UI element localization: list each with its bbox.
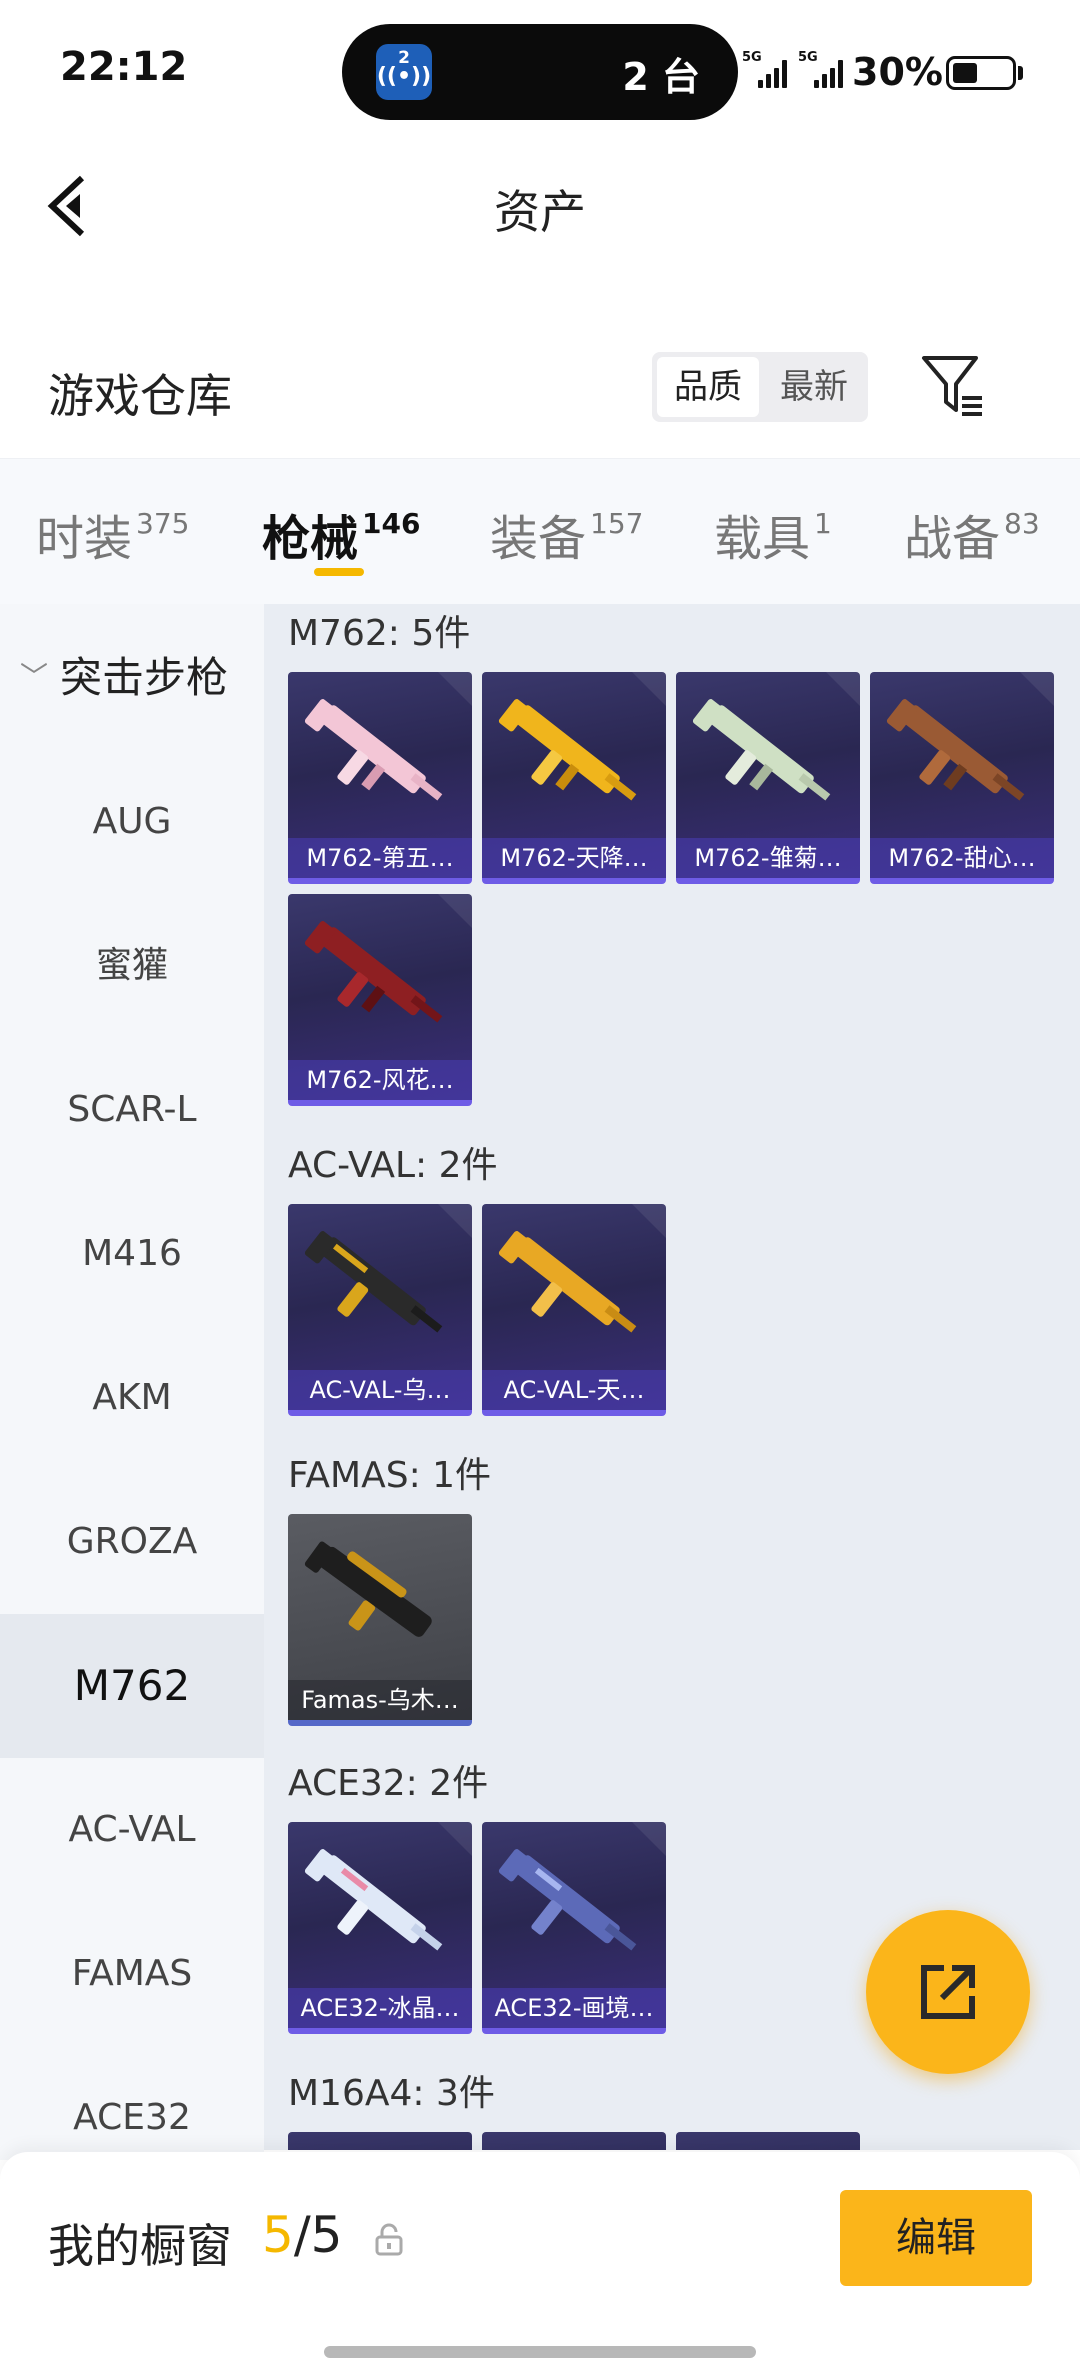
sort-toggle: 品质 最新 bbox=[652, 352, 868, 422]
weapon-card[interactable]: Famas-乌木… bbox=[288, 1514, 472, 1726]
rifle-image bbox=[498, 699, 637, 801]
group-title-famas: FAMAS: 1件 bbox=[288, 1455, 492, 1496]
tab-firearms[interactable]: 枪械 146 bbox=[262, 499, 420, 569]
weapon-card[interactable]: ACE32-画境… bbox=[482, 1822, 666, 2034]
group-title-ac-val: AC-VAL: 2件 bbox=[288, 1145, 498, 1186]
dynamic-island[interactable]: 2 ((•)) 2 台 bbox=[342, 24, 738, 120]
rifle-image bbox=[498, 1849, 637, 1951]
weapon-card[interactable]: M762-风花… bbox=[288, 894, 472, 1106]
weapon-card-label: AC-VAL-乌… bbox=[288, 1370, 472, 1410]
sidebar-item-aug[interactable]: AUG bbox=[0, 750, 264, 894]
weapon-card-label: M762-甜心… bbox=[870, 838, 1054, 878]
sidebar-item-groza[interactable]: GROZA bbox=[0, 1470, 264, 1614]
lock-icon[interactable] bbox=[374, 2222, 404, 2256]
active-tab-indicator bbox=[314, 568, 364, 576]
share-button[interactable] bbox=[866, 1910, 1030, 2074]
rifle-image bbox=[692, 699, 831, 801]
bottom-bar: 我的橱窗 5/5 编辑 bbox=[0, 2152, 1080, 2376]
tab-equipment[interactable]: 装备 157 bbox=[490, 499, 643, 569]
filter-icon[interactable] bbox=[918, 352, 988, 422]
weapon-card[interactable] bbox=[676, 2132, 860, 2150]
signal-icon: 5G bbox=[742, 50, 787, 88]
weapon-card-label: M762-雏菊… bbox=[676, 838, 860, 878]
category-tabs: 时装 375 枪械 146 装备 157 载具 1 战备 83 bbox=[0, 458, 1080, 604]
sidebar-item-m416[interactable]: M416 bbox=[0, 1182, 264, 1326]
status-bar: 22:12 2 ((•)) 2 台 5G 5G 30% bbox=[0, 0, 1080, 130]
rifle-image bbox=[304, 1231, 443, 1333]
sort-latest-button[interactable]: 最新 bbox=[764, 357, 864, 417]
rifle-image bbox=[304, 699, 443, 801]
showcase-count: 5/5 bbox=[262, 2206, 343, 2264]
sort-quality-button[interactable]: 品质 bbox=[657, 357, 759, 417]
weapon-card[interactable]: M762-第五… bbox=[288, 672, 472, 884]
signal-icon-2: 5G bbox=[798, 50, 846, 88]
weapon-card[interactable] bbox=[288, 2132, 472, 2150]
rifle-image bbox=[498, 1231, 637, 1333]
weapon-card[interactable] bbox=[482, 2132, 666, 2150]
weapon-card-label: M762-风花… bbox=[288, 1060, 472, 1100]
group-title-m16a4: M16A4: 3件 bbox=[288, 2073, 495, 2114]
sidebar-item-honey-badger[interactable]: 蜜獾 bbox=[0, 894, 264, 1038]
sidebar-item-m762[interactable]: M762 bbox=[0, 1614, 264, 1758]
rifle-image bbox=[304, 921, 443, 1023]
group-title-m762: M762: 5件 bbox=[288, 613, 471, 654]
sidebar-item-ac-val[interactable]: AC-VAL bbox=[0, 1758, 264, 1902]
weapon-card-label: Famas-乌木… bbox=[288, 1680, 472, 1720]
home-indicator[interactable] bbox=[324, 2346, 756, 2358]
sidebar-heading[interactable]: ﹀ 突击步枪 bbox=[20, 644, 228, 705]
tab-supplies[interactable]: 战备 83 bbox=[904, 499, 1040, 569]
rifle-image bbox=[886, 699, 1025, 801]
showcase-label: 我的橱窗 bbox=[48, 2219, 232, 2273]
weapon-card-label: AC-VAL-天… bbox=[482, 1370, 666, 1410]
weapon-card[interactable]: AC-VAL-天… bbox=[482, 1204, 666, 1416]
sidebar-item-famas[interactable]: FAMAS bbox=[0, 1902, 264, 2046]
chevron-down-icon: ﹀ bbox=[20, 660, 49, 693]
weapon-card-label: ACE32-冰晶… bbox=[288, 1988, 472, 2028]
edit-button[interactable]: 编辑 bbox=[840, 2190, 1032, 2286]
page-title: 资产 bbox=[494, 185, 586, 239]
weapon-card-label: M762-第五… bbox=[288, 838, 472, 878]
battery-icon bbox=[946, 56, 1016, 90]
weapon-card[interactable]: ACE32-冰晶… bbox=[288, 1822, 472, 2034]
sidebar-item-ace32[interactable]: ACE32 bbox=[0, 2046, 264, 2160]
island-device-count: 2 台 bbox=[622, 55, 700, 99]
weapon-card[interactable]: M762-甜心… bbox=[870, 672, 1054, 884]
weapon-card[interactable]: AC-VAL-乌… bbox=[288, 1204, 472, 1416]
cast-icon: 2 ((•)) bbox=[376, 44, 432, 100]
share-icon bbox=[921, 1965, 975, 2019]
sidebar-item-scar-l[interactable]: SCAR-L bbox=[0, 1038, 264, 1182]
sidebar-item-akm[interactable]: AKM bbox=[0, 1326, 264, 1470]
group-title-ace32: ACE32: 2件 bbox=[288, 1763, 489, 1804]
tab-vehicles[interactable]: 载具 1 bbox=[714, 499, 832, 569]
weapon-card[interactable]: M762-天降… bbox=[482, 672, 666, 884]
status-time: 22:12 bbox=[60, 44, 188, 90]
battery-percent: 30% bbox=[852, 50, 943, 94]
weapon-card-label: ACE32-画境… bbox=[482, 1988, 666, 2028]
warehouse-title: 游戏仓库 bbox=[48, 369, 232, 423]
tab-fashion[interactable]: 时装 375 bbox=[36, 499, 189, 569]
weapon-sidebar: ﹀ 突击步枪 AUG 蜜獾 SCAR-L M416 AKM GROZA M762 … bbox=[0, 604, 264, 2160]
rifle-image bbox=[304, 1541, 432, 1637]
weapon-card[interactable]: M762-雏菊… bbox=[676, 672, 860, 884]
rifle-image bbox=[304, 1849, 443, 1951]
weapon-card-label: M762-天降… bbox=[482, 838, 666, 878]
